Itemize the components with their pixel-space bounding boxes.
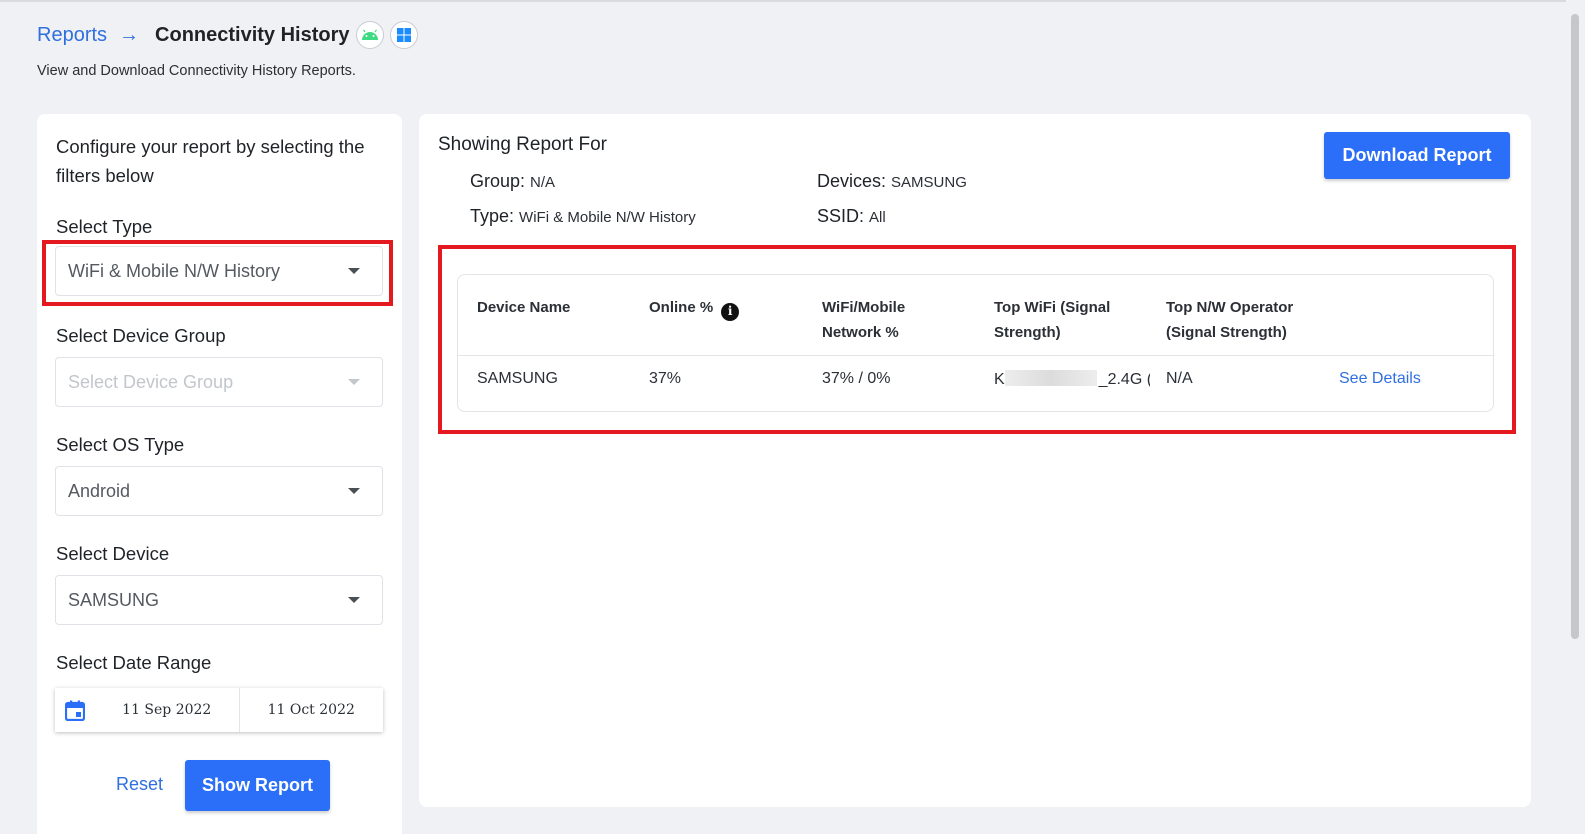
header-divider: [458, 355, 1493, 356]
column-header-online-label: Online %: [649, 299, 714, 316]
report-devices: Devices: SAMSUNG: [817, 171, 967, 192]
column-header-top-operator: Top N/W Operator (Signal Strength): [1166, 299, 1294, 341]
highlight-box-type: [42, 240, 393, 306]
report-type: Type: WiFi & Mobile N/W History: [470, 206, 696, 227]
column-header-device-name: Device Name: [477, 299, 571, 316]
report-table: Device Name Online % i WiFi/Mobile Networ…: [457, 274, 1494, 412]
show-report-button[interactable]: Show Report: [185, 760, 330, 811]
ssid-label: SSID:: [817, 206, 865, 226]
cell-device-name: SAMSUNG: [477, 370, 558, 387]
select-device-group-label: Select Device Group: [56, 325, 226, 346]
windows-icon: [389, 21, 418, 49]
download-report-button[interactable]: Download Report: [1324, 132, 1510, 179]
breadcrumb-reports-link[interactable]: Reports: [37, 24, 107, 47]
cell-top-wifi-prefix: K: [994, 371, 1005, 388]
date-to[interactable]: 11 Oct 2022: [240, 688, 384, 732]
android-icon: [355, 21, 384, 49]
select-os-type-value: Android: [68, 480, 131, 501]
top-border: [0, 0, 1566, 2]
type-value: WiFi & Mobile N/W History: [519, 209, 696, 226]
column-header-online: Online % i: [649, 295, 740, 321]
cell-online: 37%: [649, 370, 682, 387]
caret-down-icon: [348, 488, 360, 494]
date-from[interactable]: 11 Sep 2022: [95, 688, 239, 732]
type-label: Type:: [470, 206, 515, 226]
arrow-right-icon: →: [119, 23, 140, 46]
breadcrumb: Reports → Connectivity History: [37, 21, 418, 49]
reset-button[interactable]: Reset: [116, 774, 163, 795]
ssid-value: All: [869, 209, 886, 226]
select-device-dropdown[interactable]: SAMSUNG: [55, 575, 383, 625]
see-details-link[interactable]: See Details: [1339, 370, 1421, 388]
date-range-picker[interactable]: 11 Sep 2022 11 Oct 2022: [55, 688, 383, 732]
report-title: Showing Report For: [438, 134, 607, 155]
page-title: Connectivity History: [155, 23, 350, 46]
cell-top-operator: N/A: [1166, 370, 1193, 387]
redacted-ssid: [1004, 370, 1097, 386]
scrollbar-thumb[interactable]: [1571, 14, 1579, 639]
page-subtitle: View and Download Connectivity History R…: [37, 63, 356, 79]
caret-down-icon: [348, 597, 360, 603]
devices-value: SAMSUNG: [891, 174, 967, 191]
filter-panel: Configure your report by selecting the f…: [37, 114, 402, 834]
select-type-label: Select Type: [56, 216, 153, 237]
select-device-group-placeholder: Select Device Group: [68, 371, 234, 392]
info-icon[interactable]: i: [721, 302, 740, 321]
column-header-wifi-mobile: WiFi/Mobile Network %: [822, 299, 906, 341]
report-group: Group: N/A: [470, 171, 555, 192]
group-value: N/A: [530, 174, 556, 191]
devices-label: Devices:: [817, 171, 887, 191]
cell-top-wifi-suffix: _2.4G (: [1098, 371, 1150, 388]
group-label: Group:: [470, 171, 526, 191]
select-device-label: Select Device: [56, 543, 170, 564]
select-os-type-label: Select OS Type: [56, 434, 185, 455]
caret-down-icon: [348, 379, 360, 385]
select-os-type-dropdown[interactable]: Android: [55, 466, 383, 516]
cell-top-wifi: K _2.4G (: [994, 370, 1150, 389]
select-date-range-label: Select Date Range: [56, 652, 212, 673]
select-device-value: SAMSUNG: [68, 589, 160, 610]
column-header-top-wifi: Top WiFi (Signal Strength): [994, 299, 1111, 341]
select-device-group-dropdown: Select Device Group: [55, 357, 383, 407]
cell-wifi-mobile: 37% / 0%: [822, 370, 891, 387]
filter-intro: Configure your report by selecting the f…: [56, 136, 365, 186]
calendar-icon[interactable]: [55, 700, 95, 721]
report-panel: Showing Report For Group: N/A Devices: S…: [419, 114, 1531, 807]
report-ssid: SSID: All: [817, 206, 886, 227]
